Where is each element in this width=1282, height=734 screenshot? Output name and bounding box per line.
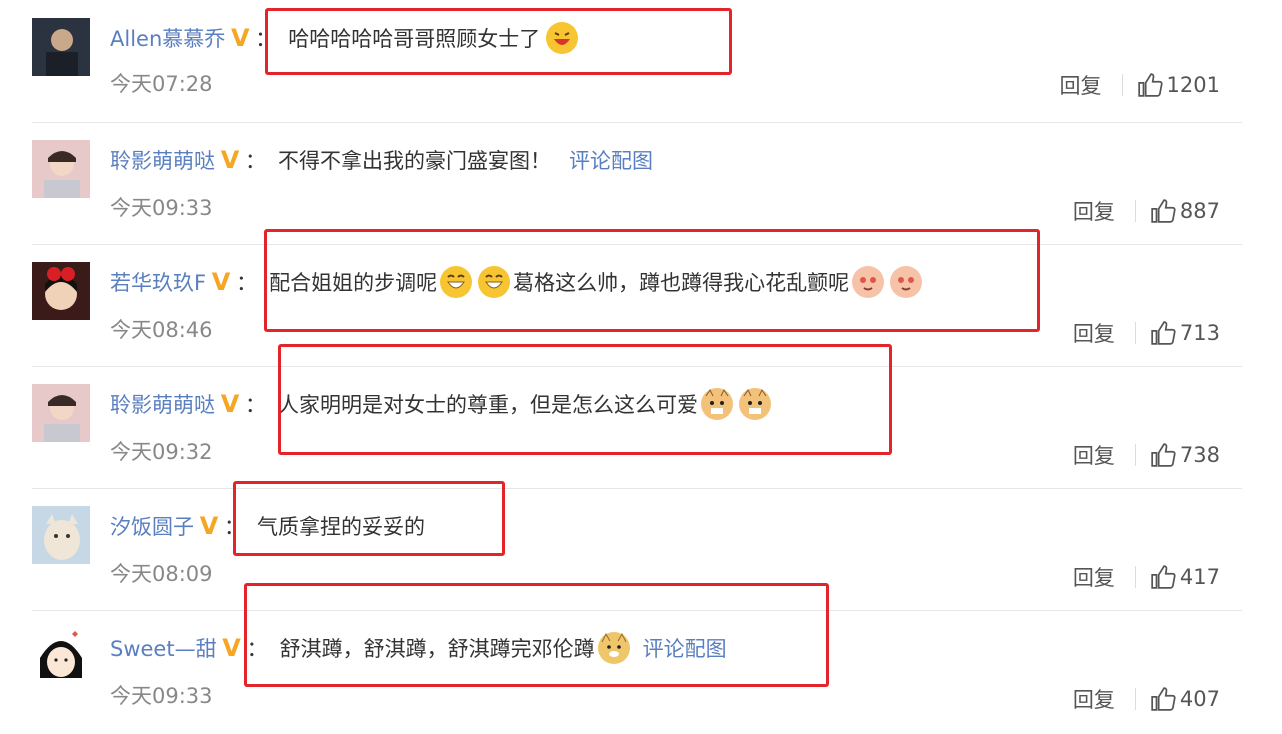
verified-v-icon: V	[220, 390, 240, 418]
like-count: 1201	[1166, 73, 1220, 97]
reply-button[interactable]: 回复	[1073, 440, 1115, 470]
comment-actions: 回复 407	[1073, 684, 1220, 714]
divider	[1134, 200, 1136, 222]
avatar-image	[32, 506, 90, 564]
verified-v-icon: V	[211, 268, 231, 296]
thumbs-up-icon[interactable]	[1137, 72, 1163, 98]
username[interactable]: Sweet—甜	[110, 633, 217, 663]
highlight-box	[265, 8, 732, 75]
reply-button[interactable]: 回复	[1073, 562, 1115, 592]
reply-button[interactable]: 回复	[1073, 684, 1115, 714]
highlight-box	[244, 583, 829, 687]
comment-actions: 回复 738	[1073, 440, 1220, 470]
highlight-box	[278, 344, 892, 455]
like-count: 407	[1179, 687, 1220, 711]
avatar[interactable]	[32, 262, 90, 320]
username[interactable]: 若华玖玖F	[110, 267, 206, 297]
divider	[1121, 74, 1123, 96]
thumbs-up-icon[interactable]	[1150, 198, 1176, 224]
username[interactable]: 聆影萌萌哒	[110, 145, 215, 175]
like-count: 887	[1179, 199, 1220, 223]
avatar[interactable]	[32, 506, 90, 564]
username[interactable]: 聆影萌萌哒	[110, 389, 215, 419]
reply-button[interactable]: 回复	[1073, 196, 1115, 226]
avatar-image	[32, 384, 90, 442]
avatar[interactable]	[32, 384, 90, 442]
verified-v-icon: V	[222, 634, 241, 662]
avatar-image	[32, 140, 90, 198]
comment-actions: 回复 887	[1073, 196, 1220, 226]
avatar[interactable]	[32, 18, 90, 76]
colon: ：	[236, 271, 258, 295]
comment-actions: 回复 713	[1073, 318, 1220, 348]
comment-header: 聆影萌萌哒 V ： 不得不拿出我的豪门盛宴图！ 评论配图	[110, 140, 653, 180]
reply-button[interactable]: 回复	[1060, 70, 1102, 100]
username[interactable]: 汐饭圆子	[110, 511, 194, 541]
like-count: 713	[1179, 321, 1220, 345]
avatar[interactable]	[32, 628, 90, 686]
comment-time: 今天09:33	[110, 684, 213, 708]
thumbs-up-icon[interactable]	[1150, 564, 1176, 590]
avatar-image	[32, 628, 90, 686]
comment-actions: 回复 1201	[1060, 70, 1220, 100]
divider	[1134, 444, 1136, 466]
divider	[1134, 688, 1136, 710]
colon: ：	[245, 393, 266, 417]
avatar-image	[32, 18, 90, 76]
verified-v-icon: V	[199, 512, 219, 540]
avatar[interactable]	[32, 140, 90, 198]
thumbs-up-icon[interactable]	[1150, 320, 1176, 346]
username[interactable]: Allen慕慕乔	[110, 23, 225, 53]
thumbs-up-icon[interactable]	[1150, 686, 1176, 712]
comment-item: 聆影萌萌哒 V ： 不得不拿出我的豪门盛宴图！ 评论配图 今天09:33 回复 …	[32, 122, 1242, 245]
colon: ：	[245, 149, 266, 173]
comment-time: 今天08:46	[110, 318, 213, 342]
reply-button[interactable]: 回复	[1073, 318, 1115, 348]
comment-image-link[interactable]: 评论配图	[569, 145, 653, 175]
comment-time: 今天09:32	[110, 440, 213, 464]
comment-text: 不得不拿出我的豪门盛宴图！	[278, 149, 551, 173]
comment-time: 今天08:09	[110, 562, 213, 586]
divider	[1134, 322, 1136, 344]
like-count: 738	[1179, 443, 1220, 467]
like-count: 417	[1179, 565, 1220, 589]
highlight-box	[233, 481, 505, 556]
verified-v-icon: V	[220, 146, 240, 174]
thumbs-up-icon[interactable]	[1150, 442, 1176, 468]
comment-actions: 回复 417	[1073, 562, 1220, 592]
divider	[1134, 566, 1136, 588]
verified-v-icon: V	[230, 24, 250, 52]
comment-time: 今天09:33	[110, 196, 213, 220]
avatar-image	[32, 262, 90, 320]
highlight-box	[264, 229, 1040, 332]
comment-time: 今天07:28	[110, 72, 213, 96]
